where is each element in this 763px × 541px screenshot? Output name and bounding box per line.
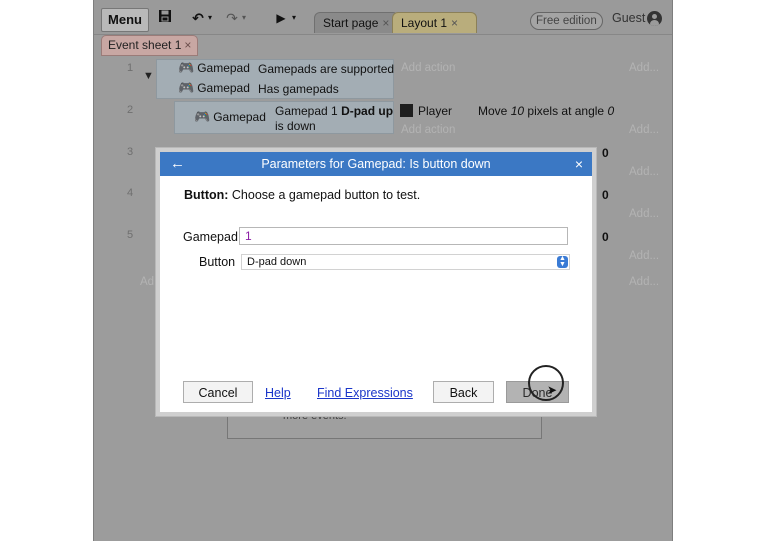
add-action-link[interactable]: Add action xyxy=(401,124,455,136)
cancel-button[interactable]: Cancel xyxy=(183,381,253,403)
add-more-link[interactable]: Add... xyxy=(629,124,659,136)
save-icon[interactable] xyxy=(156,8,174,28)
condition-text-bold: D-pad up xyxy=(341,104,394,118)
close-icon[interactable]: × xyxy=(575,152,583,176)
condition-text[interactable]: Has gamepads xyxy=(258,82,339,97)
menu-button[interactable]: Menu xyxy=(101,8,149,32)
parameter-help: Choose a gamepad button to test. xyxy=(231,188,421,202)
user-name[interactable]: Guest xyxy=(612,11,645,25)
player-sprite-icon xyxy=(400,104,413,117)
condition-object: 🎮 Gamepad xyxy=(194,108,266,126)
dialog-title-bar: Parameters for Gamepad: Is button down xyxy=(160,152,592,176)
collapse-arrow-icon[interactable]: ▼ xyxy=(143,70,154,82)
undo-dropdown-icon[interactable]: ▾ xyxy=(206,8,214,28)
tab-start-page[interactable]: Start page × xyxy=(314,12,399,33)
condition-text-post: is down xyxy=(275,119,316,133)
add-action-link[interactable]: Add action xyxy=(401,62,455,74)
object-name: Gamepad xyxy=(197,81,250,95)
back-button[interactable]: Back xyxy=(433,381,494,403)
event-number: 4 xyxy=(127,187,134,199)
condition-object: 🎮 Gamepad xyxy=(178,59,250,77)
event-number: 5 xyxy=(127,229,134,241)
action-number: 10 xyxy=(510,104,525,118)
action-text-pre: Move xyxy=(478,104,508,118)
click-highlight-ring xyxy=(528,365,564,401)
add-more-link[interactable]: Add... xyxy=(629,166,659,178)
object-name: Gamepad xyxy=(213,110,266,124)
user-account-icon[interactable] xyxy=(647,11,662,26)
action-object[interactable]: Player xyxy=(418,104,452,118)
gamepad-icon: 🎮 xyxy=(178,80,195,95)
mouse-cursor-icon: ➤ xyxy=(547,383,558,397)
tab-event-sheet-1[interactable]: Event sheet 1 × xyxy=(101,35,199,56)
button-select[interactable]: D-pad down ▲ ▼ xyxy=(241,254,570,270)
redo-icon[interactable]: ↷ xyxy=(224,8,240,28)
parameter-name: Button: xyxy=(184,188,229,202)
tab-label: Start page xyxy=(323,16,379,30)
tab-label: Event sheet 1 xyxy=(108,38,182,52)
close-icon[interactable]: × xyxy=(382,16,389,30)
undo-icon[interactable]: ↶ xyxy=(190,8,206,28)
main-toolbar: Menu ↶ ▾ ↷ ▾ ▶ ▾ Start page × Layout 1 × F… xyxy=(94,0,672,35)
parameter-description: Button: Choose a gamepad button to test. xyxy=(184,188,420,202)
redo-dropdown-icon[interactable]: ▾ xyxy=(240,8,248,28)
action-angle-fragment: 0 xyxy=(602,230,609,244)
close-icon[interactable]: × xyxy=(451,16,458,30)
action-angle-fragment: 0 xyxy=(602,188,609,202)
hint-box: more events. xyxy=(227,410,542,439)
add-event-link[interactable]: Ad xyxy=(140,276,154,288)
dialog-title: Parameters for Gamepad: Is button down xyxy=(261,157,491,171)
event-number: 2 xyxy=(127,104,134,116)
tab-layout-1[interactable]: Layout 1 × xyxy=(392,12,477,33)
action-angle-fragment: 0 xyxy=(602,146,609,160)
object-name: Gamepad xyxy=(197,61,250,75)
add-more-link[interactable]: Add... xyxy=(629,62,659,74)
action-text[interactable]: Move 10 pixels at angle 0 xyxy=(478,104,614,118)
action-text-mid: pixels at angle xyxy=(527,104,605,118)
play-dropdown-icon[interactable]: ▾ xyxy=(290,8,298,28)
add-more-link[interactable]: Add... xyxy=(629,208,659,220)
gamepad-label: Gamepad xyxy=(183,230,238,244)
condition-text-pre: Gamepad 1 xyxy=(275,104,338,118)
add-more-link[interactable]: Add... xyxy=(629,250,659,262)
close-icon[interactable]: × xyxy=(184,38,191,52)
button-label: Button xyxy=(199,255,236,269)
play-icon[interactable]: ▶ xyxy=(274,8,288,28)
free-edition-badge[interactable]: Free edition xyxy=(530,12,603,30)
condition-text[interactable]: Gamepads are supported xyxy=(258,62,394,77)
gamepad-icon: 🎮 xyxy=(194,109,211,124)
gamepad-icon: 🎮 xyxy=(178,60,195,75)
add-more-link[interactable]: Add... xyxy=(629,276,659,288)
event-number: 1 xyxy=(127,62,134,74)
parameters-dialog: Parameters for Gamepad: Is button down ←… xyxy=(156,148,596,416)
gamepad-input[interactable]: 1 xyxy=(239,227,568,245)
tab-label: Layout 1 xyxy=(401,16,448,30)
condition-text[interactable]: Gamepad 1 D-pad up is down xyxy=(275,104,393,134)
condition-object: 🎮 Gamepad xyxy=(178,79,250,97)
button-select-value: D-pad down xyxy=(247,256,307,268)
select-arrows-icon: ▲ ▼ xyxy=(557,255,568,268)
event-number: 3 xyxy=(127,146,134,158)
help-link[interactable]: Help xyxy=(265,386,291,400)
back-arrow-icon[interactable]: ← xyxy=(170,152,185,176)
find-expressions-link[interactable]: Find Expressions xyxy=(317,386,413,400)
action-angle: 0 xyxy=(607,104,615,118)
